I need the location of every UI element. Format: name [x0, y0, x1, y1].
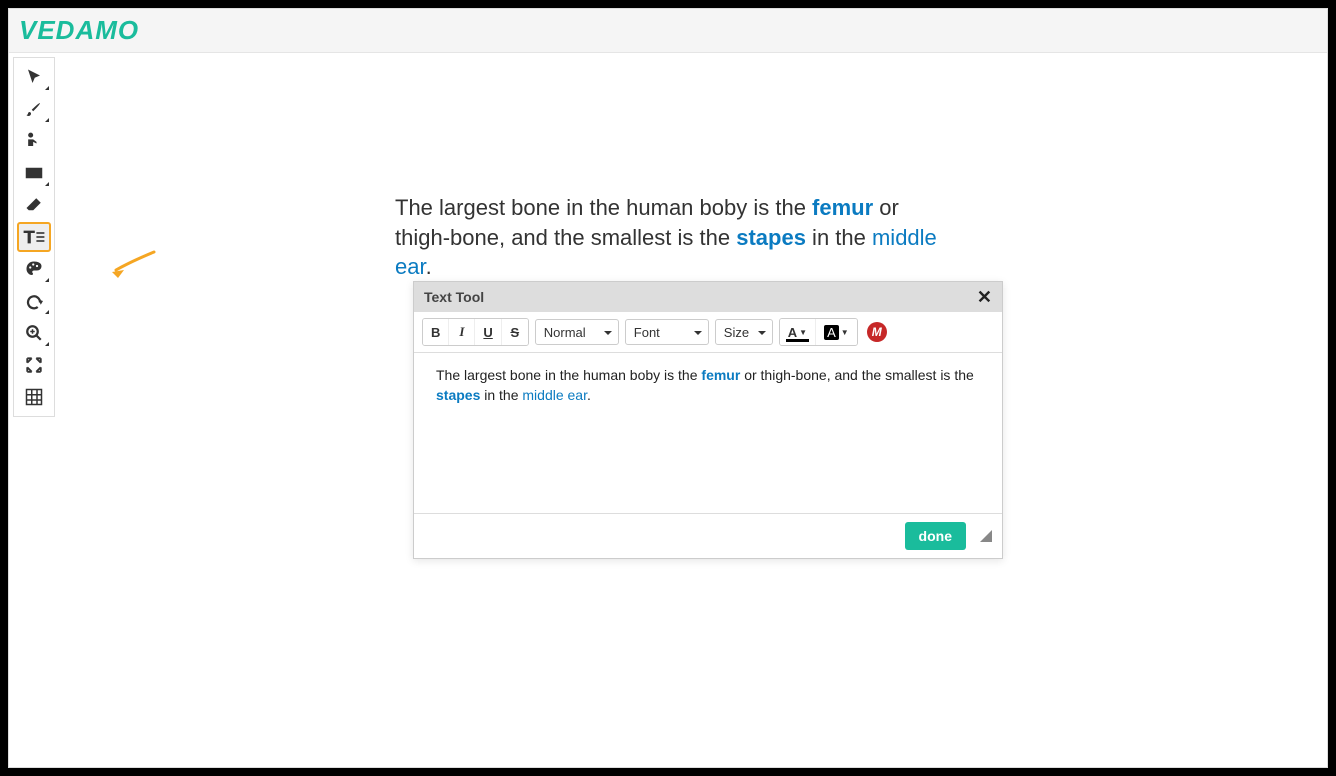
size-select[interactable]: Size [715, 319, 773, 345]
text-color-button[interactable]: A▼ [780, 319, 816, 345]
popup-title: Text Tool [424, 289, 484, 305]
canvas-text[interactable]: The largest bone in the human boby is th… [395, 193, 955, 282]
text-color-swatch [786, 339, 809, 342]
text-fragment: The largest bone in the human boby is th… [436, 367, 701, 383]
text-fragment: . [426, 254, 432, 279]
tools-toolbar [13, 57, 55, 417]
keyword-stapes: stapes [436, 387, 480, 403]
text-tool-popup: Text Tool ✕ B I U S Normal Font Size [413, 281, 1003, 559]
keyword-middle-ear: middle ear [522, 387, 587, 403]
underline-button[interactable]: U [475, 319, 501, 345]
body: The largest bone in the human boby is th… [9, 53, 1327, 767]
fit-tool[interactable] [17, 350, 51, 380]
done-button[interactable]: done [905, 522, 966, 550]
editor-content[interactable]: The largest bone in the human boby is th… [414, 353, 1002, 513]
bg-color-button[interactable]: A▼ [816, 319, 857, 345]
close-icon: ✕ [977, 287, 992, 307]
color-group: A▼ A▼ [779, 318, 858, 346]
presenter-tool[interactable] [17, 126, 51, 156]
text-fragment: in the [480, 387, 522, 403]
zoom-icon [25, 324, 43, 342]
shape-tool[interactable] [17, 158, 51, 188]
italic-button[interactable]: I [449, 319, 475, 345]
canvas[interactable]: The largest bone in the human boby is th… [55, 53, 1327, 767]
presenter-icon [24, 131, 44, 151]
popup-header[interactable]: Text Tool ✕ [414, 282, 1002, 312]
cursor-icon [25, 68, 43, 86]
bold-button[interactable]: B [423, 319, 449, 345]
eraser-tool[interactable] [17, 190, 51, 220]
size-select-label: Size [724, 325, 749, 340]
grid-tool[interactable] [17, 382, 51, 412]
popup-footer: done [414, 513, 1002, 558]
eraser-icon [25, 196, 43, 214]
popup-close-button[interactable]: ✕ [977, 288, 992, 306]
palette-tool[interactable] [17, 254, 51, 284]
text-fragment: The largest bone in the human boby is th… [395, 195, 812, 220]
text-style-group: B I U S [422, 318, 529, 346]
keyword-femur: femur [812, 195, 873, 220]
keyword-femur: femur [701, 367, 740, 383]
strike-button[interactable]: S [502, 319, 528, 345]
rectangle-icon [25, 166, 43, 180]
text-fragment: in the [806, 225, 872, 250]
zoom-tool[interactable] [17, 318, 51, 348]
annotation-arrow-icon [110, 248, 158, 278]
text-tool[interactable] [17, 222, 51, 252]
maximize-icon: M [872, 325, 882, 339]
editor-toolbar: B I U S Normal Font Size A▼ A▼ M [414, 312, 1002, 353]
brush-icon [25, 100, 43, 118]
palette-icon [24, 260, 44, 278]
brush-tool[interactable] [17, 94, 51, 124]
maximize-button[interactable]: M [867, 322, 887, 342]
select-tool[interactable] [17, 62, 51, 92]
text-icon [22, 227, 46, 247]
resize-handle[interactable] [980, 530, 992, 542]
app-window: VEDAMO [8, 8, 1328, 768]
keyword-stapes: stapes [736, 225, 806, 250]
grid-icon [25, 388, 43, 406]
fit-icon [25, 356, 43, 374]
format-select[interactable]: Normal [535, 319, 619, 345]
undo-icon [25, 292, 43, 310]
header: VEDAMO [9, 9, 1327, 53]
text-fragment: . [587, 387, 591, 403]
undo-tool[interactable] [17, 286, 51, 316]
chevron-down-icon: ▼ [799, 328, 807, 337]
brand-logo: VEDAMO [19, 15, 1317, 46]
font-select-label: Font [634, 325, 660, 340]
format-select-label: Normal [544, 325, 586, 340]
chevron-down-icon: ▼ [841, 328, 849, 337]
text-fragment: or thigh-bone, and the smallest is the [740, 367, 973, 383]
font-select[interactable]: Font [625, 319, 709, 345]
